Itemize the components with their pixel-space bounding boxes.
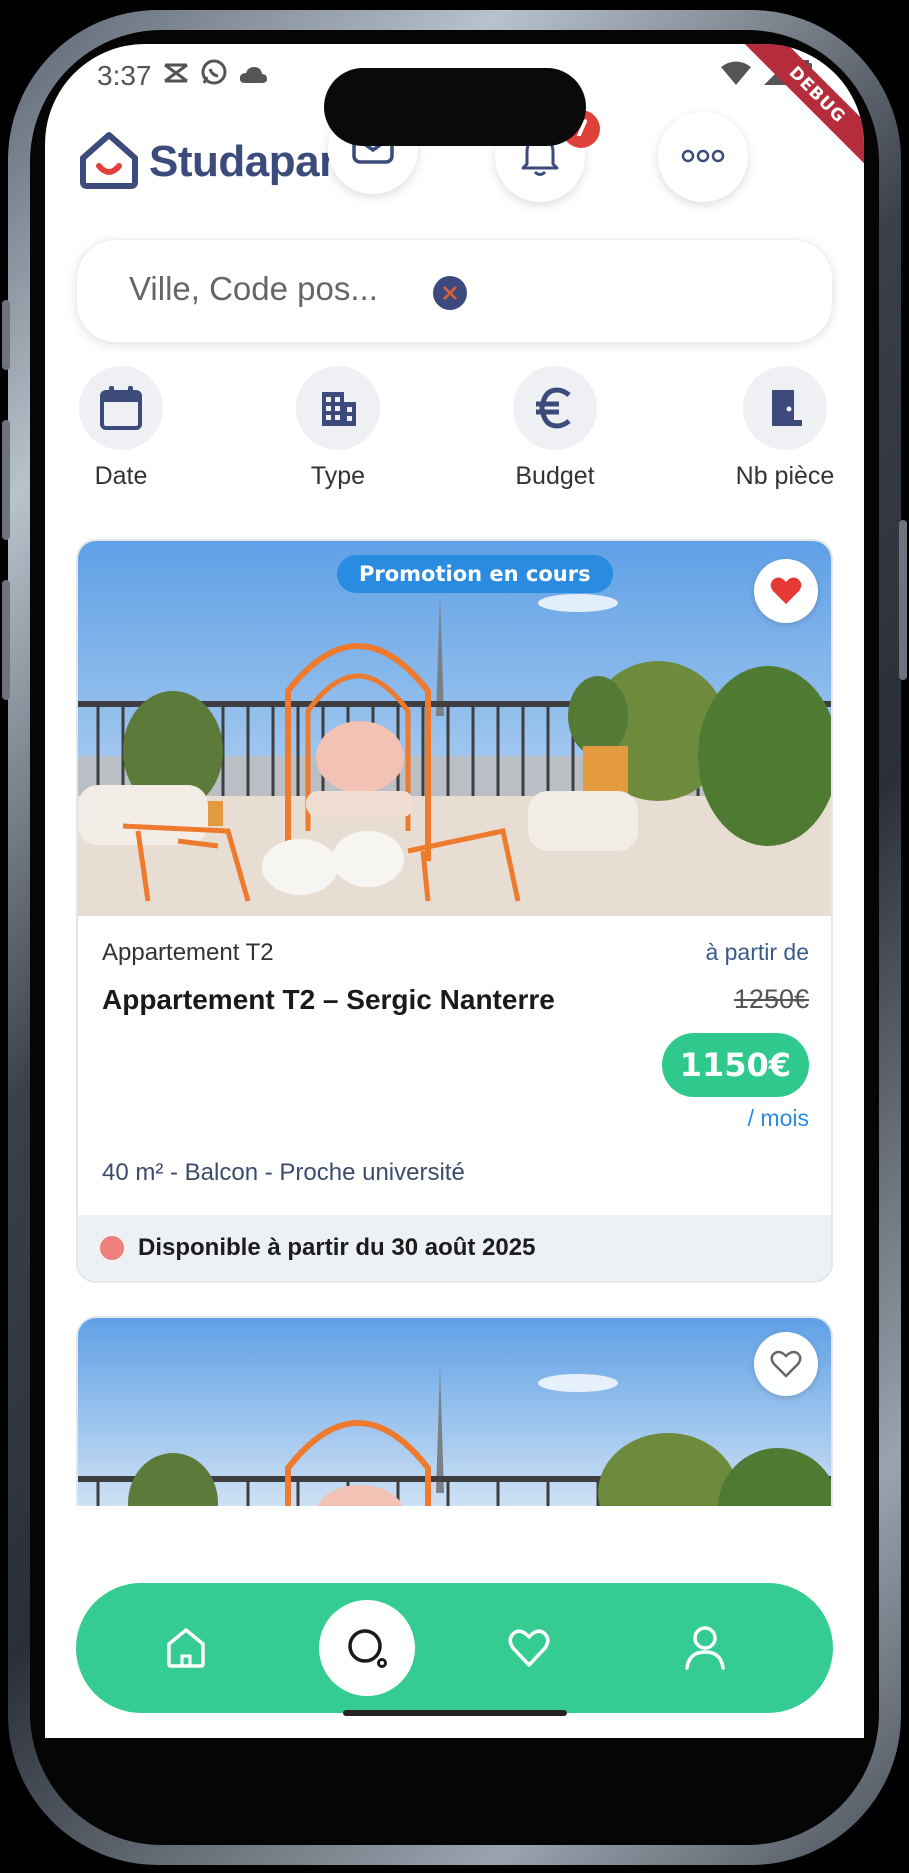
filter-budget-label: Budget [515,462,595,490]
filter-type-circle[interactable] [296,366,380,450]
heart-filled-icon [770,577,802,604]
app-screen: 3:37 DEBUG Studapart 7 Ville, Code pos..… [45,44,864,1738]
house-smile-icon [77,130,141,194]
filter-type[interactable]: Type [258,366,418,491]
availability-dot [100,1236,124,1260]
studapart-logo[interactable]: Studapart [77,130,350,194]
more-options-button[interactable] [658,112,748,202]
listing-features: 40 m² - Balcon - Proche université [102,1159,465,1186]
calendar-icon [100,386,142,430]
filter-rooms-label: Nb pièce [735,462,835,490]
search-icon [348,1629,387,1668]
bottom-navigation [76,1583,833,1713]
heart-icon [508,1629,550,1667]
listing-photo [78,1318,831,1506]
building-icon [322,392,356,426]
filter-type-label: Type [310,462,366,490]
old-price: 1250€ [733,984,809,1014]
logo-text: Studapart [149,137,350,186]
cloud-icon [238,59,268,92]
home-icon [167,1628,205,1668]
favorite-button[interactable] [754,1332,818,1396]
nav-profile[interactable] [665,1608,745,1688]
nav-home[interactable] [146,1608,226,1688]
phone-volume-up [2,420,10,540]
clear-search-button[interactable] [433,276,467,310]
current-price: 1150€ [661,1033,809,1097]
filter-date-label: Date [94,462,148,490]
availability-text: Disponible à partir du 30 août 2025 [138,1234,536,1261]
more-dots-icon [681,148,725,167]
wifi-icon [720,61,752,91]
favorite-button[interactable] [754,559,818,623]
filter-rooms[interactable]: Nb pièce [705,366,864,491]
listing-title[interactable]: Appartement T2 – Sergic Nanterre [102,984,555,1016]
close-icon [443,286,457,300]
listing-photo [78,541,831,916]
phone-power-button [899,520,907,680]
listing-type: Appartement T2 [102,939,274,966]
capcut-icon [162,59,190,92]
status-bar-left: 3:37 [97,58,268,93]
search-bar[interactable]: Ville, Code pos... [76,239,833,343]
price-from-label: à partir de [705,939,809,965]
price-period: / mois [747,1105,809,1131]
profile-icon [685,1626,725,1670]
filter-rooms-circle[interactable] [743,366,827,450]
availability-bar: Disponible à partir du 30 août 2025 [78,1215,831,1281]
filter-budget[interactable]: Budget [475,366,635,491]
phone-volume-down [2,580,10,700]
heart-outline-icon [770,1350,802,1378]
dynamic-island [324,68,586,146]
filter-date[interactable]: Date [45,366,201,491]
listing-card[interactable] [76,1316,833,1506]
filter-budget-circle[interactable] [513,366,597,450]
nav-favorites[interactable] [489,1608,569,1688]
door-icon [772,390,802,426]
status-time: 3:37 [97,59,152,91]
home-indicator [343,1710,567,1716]
nav-search[interactable] [319,1600,415,1696]
whatsapp-icon [200,58,228,93]
listing-card[interactable]: Promotion en cours Appartement T2 Appart… [76,539,833,1283]
phone-side-button [2,300,10,370]
search-input[interactable]: Ville, Code pos... [129,270,378,308]
euro-icon [536,387,571,429]
filter-date-circle[interactable] [79,366,163,450]
promotion-badge: Promotion en cours [337,555,613,593]
